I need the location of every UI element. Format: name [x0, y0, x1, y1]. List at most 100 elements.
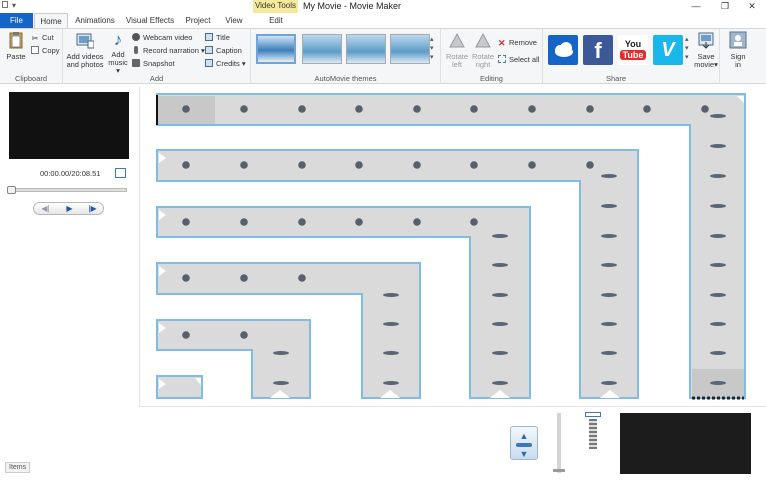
storyboard-pane[interactable] — [139, 87, 766, 407]
save-movie-icon — [698, 32, 714, 49]
chevron-down-icon: ▾ — [714, 60, 718, 69]
play-button[interactable]: ▶ — [58, 203, 81, 214]
remove-label: Remove — [509, 38, 537, 47]
theme-cinematic[interactable] — [346, 34, 386, 64]
theme-contemporary[interactable] — [302, 34, 342, 64]
microphone-icon — [134, 46, 138, 54]
scroll-up-icon[interactable]: ▴ — [430, 35, 434, 44]
remove-button[interactable]: ✕ Remove — [498, 37, 537, 48]
zoom-storyboard-button[interactable]: ▲ ▼ — [510, 426, 538, 460]
youtube-icon-top: You — [624, 39, 642, 49]
automovie-themes-group: ▴ ▾ ▾ AutoMovie themes — [251, 29, 441, 84]
caption-label: Caption — [216, 46, 242, 55]
gallery-more-icon[interactable]: ▾ — [685, 53, 689, 62]
clipboard-group-label: Clipboard — [14, 74, 48, 83]
onedrive-button[interactable] — [548, 35, 578, 65]
rotate-right-button[interactable]: Rotate right — [471, 31, 495, 69]
previous-frame-button[interactable]: ◀| — [34, 203, 57, 214]
title-label: Title — [216, 33, 230, 42]
record-narration-button[interactable]: Record narration ▾ — [132, 45, 205, 56]
maximize-button[interactable]: ❐ — [711, 0, 739, 13]
vimeo-icon: V — [661, 39, 675, 61]
tab-home[interactable]: Home — [34, 13, 68, 28]
zoom-slider[interactable] — [557, 413, 561, 473]
select-all-label: Select all — [509, 55, 540, 64]
music-note-icon: ♪ — [113, 30, 123, 49]
tab-project[interactable]: Project — [182, 13, 214, 28]
facebook-button[interactable]: f — [583, 35, 613, 65]
sign-in-button[interactable]: Sign in — [726, 31, 750, 69]
scroll-up-icon[interactable]: ▴ — [685, 35, 689, 44]
add-music-label-2-row: music ▾ — [107, 59, 129, 75]
next-frame-button[interactable]: |▶ — [81, 203, 104, 214]
paste-button[interactable]: Paste — [3, 31, 29, 61]
sign-in-label-2: in — [735, 60, 741, 69]
theme-default[interactable] — [256, 34, 296, 64]
paste-label: Paste — [6, 52, 26, 61]
tab-file[interactable]: File — [0, 13, 33, 28]
caption-icon — [205, 46, 213, 54]
add-music-button[interactable]: ♪ Add music ▾ — [107, 31, 129, 75]
items-status: Items — [5, 462, 31, 473]
copy-label: Copy — [42, 46, 60, 55]
editing-group: Rotate left Rotate right ✕ Remove Select … — [441, 29, 543, 84]
tab-view[interactable]: View — [220, 13, 248, 28]
caption-button[interactable]: Caption — [205, 45, 242, 56]
seek-bar[interactable] — [9, 188, 127, 192]
quick-access-toolbar[interactable]: ▾ — [2, 1, 16, 10]
themes-scroll[interactable]: ▴ ▾ ▾ — [430, 35, 434, 62]
select-all-button[interactable]: Select all — [498, 54, 539, 65]
save-movie-label-2-row: movie▾ — [694, 61, 718, 69]
copy-button[interactable]: Copy — [31, 45, 60, 56]
tab-visual-effects[interactable]: Visual Effects — [122, 13, 178, 28]
title-bar: ▾ Video Tools My Movie - Movie Maker — ❐… — [0, 0, 766, 13]
add-videos-button[interactable]: Add videos and photos — [66, 31, 104, 69]
expand-preview-icon[interactable] — [115, 168, 126, 178]
editing-group-label: Editing — [480, 74, 503, 83]
webcam-icon — [132, 33, 140, 41]
share-group-label: Share — [605, 74, 626, 83]
record-narration-label: Record narration — [143, 46, 199, 55]
gallery-more-icon[interactable]: ▾ — [430, 53, 434, 62]
vimeo-button[interactable]: V — [653, 35, 683, 65]
zoom-bar-icon — [516, 443, 532, 447]
credits-button[interactable]: Credits ▾ — [205, 58, 246, 69]
minimize-button[interactable]: — — [682, 0, 710, 13]
rotate-right-label-2: right — [475, 60, 491, 69]
playback-controls: ◀| ▶ |▶ — [33, 202, 104, 215]
scroll-down-icon[interactable]: ▾ — [430, 44, 434, 53]
webcam-video-button[interactable]: Webcam video — [132, 32, 192, 43]
clipboard-group: Paste ✂ Cut Copy Clipboard — [0, 29, 63, 84]
scroll-down-icon[interactable]: ▾ — [685, 44, 689, 53]
themes-group-label: AutoMovie themes — [314, 74, 377, 83]
rotate-left-icon — [449, 32, 465, 48]
app-icon — [2, 1, 8, 8]
tab-animations[interactable]: Animations — [72, 13, 118, 28]
preview-monitor[interactable] — [9, 92, 129, 159]
rotate-left-label-2: left — [451, 60, 462, 69]
tab-edit[interactable]: Edit — [254, 13, 298, 28]
youtube-icon-bottom: Tube — [620, 50, 646, 60]
snapshot-label: Snapshot — [143, 59, 175, 68]
aspect-ratio-button[interactable] — [585, 412, 603, 452]
zoom-slider-thumb[interactable] — [553, 469, 565, 472]
cut-button[interactable]: ✂ Cut — [31, 32, 54, 43]
rotate-left-button[interactable]: Rotate left — [445, 31, 469, 69]
close-button[interactable]: ✕ — [738, 0, 766, 13]
seek-thumb[interactable] — [7, 186, 16, 194]
paste-icon — [9, 32, 23, 49]
save-movie-label-2: movie — [694, 60, 715, 69]
window-title: My Movie - Movie Maker — [303, 1, 402, 11]
zoom-in-icon: ▲ — [519, 431, 529, 441]
theme-fade[interactable] — [390, 34, 430, 64]
title-button[interactable]: Title — [205, 32, 230, 43]
share-scroll[interactable]: ▴ ▾ ▾ — [685, 35, 689, 62]
youtube-button[interactable]: You Tube — [618, 35, 648, 65]
ribbon: Paste ✂ Cut Copy Clipboard Add videos and… — [0, 28, 766, 84]
aspect-top-icon — [585, 412, 601, 417]
select-all-icon — [498, 55, 506, 63]
title-icon — [205, 33, 213, 41]
snapshot-button[interactable]: Snapshot — [132, 58, 175, 69]
save-movie-button[interactable]: Save movie▾ — [694, 31, 718, 69]
qat-dropdown-icon[interactable]: ▾ — [12, 1, 16, 10]
